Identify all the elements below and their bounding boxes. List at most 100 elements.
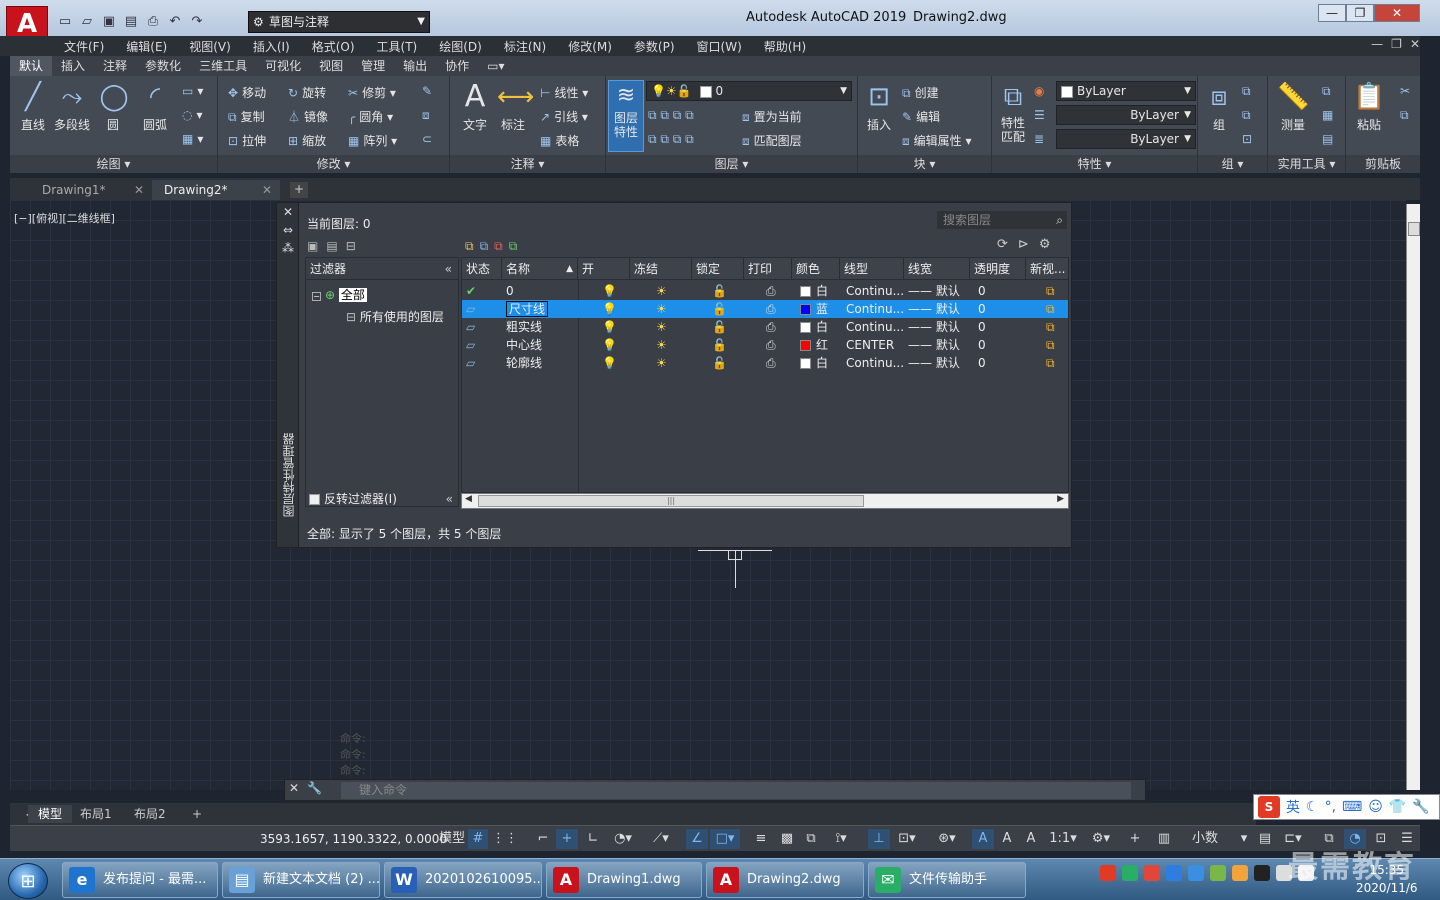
layer-color[interactable]: 白 (796, 318, 840, 336)
gear-icon[interactable]: ⚙ (1039, 237, 1051, 252)
search-layers-input[interactable]: 搜索图层 ⌕ (937, 211, 1067, 229)
col-lineweight[interactable]: 线宽 (904, 258, 970, 280)
doc-close-button[interactable]: ✕ (1410, 37, 1420, 51)
stretch-button[interactable]: ⊡ 拉伸 (228, 132, 266, 149)
col-plot[interactable]: 打印 (744, 258, 792, 280)
print-icon[interactable]: ⎙ (762, 282, 782, 300)
ribbon-minimize-toggle[interactable]: ▭▾ (478, 56, 513, 76)
bulb-icon[interactable]: 💡 (598, 336, 618, 354)
annotation-visibility-icon[interactable]: A (972, 829, 994, 849)
col-transparency[interactable]: 透明度 (970, 258, 1026, 280)
layer-lineweight[interactable]: —— 默认 (904, 300, 970, 318)
linetype-icon[interactable]: ☰ (1034, 108, 1049, 122)
3d-osnap-icon[interactable]: ⟟▾ (826, 829, 856, 849)
snap-icon[interactable]: ⋮⋮ (492, 829, 518, 849)
taskbar-item[interactable]: ✉ 文件传输助手 (868, 862, 1026, 898)
doc-minimize-button[interactable]: — (1371, 37, 1383, 51)
scale-button[interactable]: ⊞ 缩放 (288, 132, 326, 149)
sun-icon[interactable]: ☀ (652, 282, 672, 300)
sun-icon[interactable]: ☀ (652, 354, 672, 372)
ungroup-icon[interactable]: ⧉ (1242, 84, 1255, 99)
col-new-vp-freeze[interactable]: 新视... (1026, 258, 1068, 280)
layer-states-icon[interactable]: ⊟ (346, 239, 356, 253)
keyboard-icon[interactable]: ⌨ (1342, 799, 1362, 815)
layer-linetype[interactable]: Continu... (842, 282, 904, 300)
object-snap-tracking-icon[interactable]: ∠ (686, 829, 708, 849)
layer-color[interactable]: 白 (796, 282, 840, 300)
layer-row[interactable]: ✔ 0 💡 ☀ 🔓 ⎙ 白 Continu... —— 默认 0 ⧉ (462, 282, 1068, 300)
new-vp-freeze-icon[interactable]: ⧉ (1042, 354, 1066, 372)
unlock-icon[interactable]: 🔓 (708, 300, 728, 318)
explode-icon[interactable]: ⧈ (422, 108, 434, 123)
group-button[interactable]: ⧈ 组 (1202, 82, 1236, 133)
col-freeze[interactable]: 冻结 (630, 258, 692, 280)
trim-button[interactable]: ✂ 修剪 ▾ (348, 84, 396, 101)
new-file-icon[interactable]: ▭ (56, 13, 74, 31)
groups-panel-title[interactable]: 组 ▾ (1198, 155, 1267, 173)
lineweight-display-icon[interactable]: ≡ (750, 829, 772, 849)
layer-linetype[interactable]: Continu... (842, 300, 904, 318)
close-icon[interactable]: ✕ (289, 781, 299, 795)
layer-row[interactable]: ▱ 中心线 💡 ☀ 🔓 ⎙ 红 CENTER —— 默认 0 ⧉ (462, 336, 1068, 354)
scroll-thumb[interactable] (1408, 222, 1420, 236)
layer-lineweight[interactable]: —— 默认 (904, 336, 970, 354)
user-icon[interactable]: ☺ (1368, 799, 1383, 815)
layer-status-icon[interactable]: ▱ (462, 300, 502, 318)
scroll-right-icon[interactable]: ▶ (1057, 494, 1064, 504)
network-drive-icon[interactable] (1188, 865, 1204, 881)
taskbar-item[interactable]: A Drawing2.dwg (706, 862, 864, 898)
new-property-filter-icon[interactable]: ▣ (307, 239, 318, 253)
leader-button[interactable]: ↗ 引线 ▾ (540, 108, 588, 125)
new-group-filter-icon[interactable]: ▤ (326, 239, 337, 253)
measure-button[interactable]: 📏 测量 (1274, 82, 1312, 133)
print-icon[interactable]: ⎙ (762, 318, 782, 336)
layer-name[interactable]: 粗实线 (502, 318, 578, 336)
edit-attributes-button[interactable]: ⧈ 编辑属性 ▾ (902, 132, 972, 149)
annotation-panel-title[interactable]: 注释 ▾ (450, 155, 605, 173)
block-panel-title[interactable]: 块 ▾ (858, 155, 991, 173)
menu-file[interactable]: 文件(F) (64, 38, 104, 55)
taskbar-item[interactable]: ▤ 新建文本文档 (2) ... (222, 862, 380, 898)
bulb-icon[interactable]: 💡 (598, 300, 618, 318)
viewport-controls-label[interactable]: [−][俯视][二维线框] (14, 210, 115, 226)
sun-icon[interactable]: ☀ (652, 318, 672, 336)
doc-restore-button[interactable]: ❐ (1391, 37, 1402, 51)
tab-parametric[interactable]: 参数化 (136, 56, 190, 76)
ime-toolbar[interactable]: S 英 ☾ °, ⌨ ☺ 👕 🔧 (1253, 794, 1440, 820)
layer-tools-row2[interactable]: ⧉ ⧉ ⧉ ⧉ (648, 132, 698, 147)
layer-status-icon[interactable]: ✔ (462, 282, 502, 300)
security-tray-icon[interactable] (1166, 865, 1182, 881)
weibo-tray-icon[interactable] (1144, 865, 1160, 881)
offset-icon[interactable]: ⊂ (422, 132, 436, 146)
canvas-vertical-scrollbar[interactable] (1406, 204, 1420, 790)
print-icon[interactable]: ⎙ (762, 354, 782, 372)
layer-name[interactable]: 中心线 (502, 336, 578, 354)
maximize-button[interactable]: ❐ (1346, 4, 1374, 22)
tab-collaborate[interactable]: 协作 (436, 56, 478, 76)
redo-icon[interactable]: ↷ (188, 13, 206, 31)
scroll-thumb[interactable]: ||| (478, 495, 864, 507)
set-current-button[interactable]: ⧈ 置为当前 (742, 108, 802, 125)
move-button[interactable]: ✥ 移动 (228, 84, 266, 101)
group-edit-icon[interactable]: ⧉ (1242, 108, 1255, 123)
sun-icon[interactable]: ☀ (652, 300, 672, 318)
print-icon[interactable]: ⎙ (762, 336, 782, 354)
delete-layer-icon[interactable]: ⧉ (494, 239, 503, 254)
new-vp-freeze-icon[interactable]: ⧉ (1042, 336, 1066, 354)
layer-row[interactable]: ▱ 轮廓线 💡 ☀ 🔓 ⎙ 白 Continu... —— 默认 0 ⧉ (462, 354, 1068, 372)
command-input[interactable]: 键入命令 (341, 782, 1131, 799)
tab-3d-tools[interactable]: 三维工具 (190, 56, 256, 76)
layer-transparency[interactable]: 0 (974, 336, 1014, 354)
lineweight-icon[interactable]: ≣ (1034, 132, 1048, 146)
layer-transparency[interactable]: 0 (974, 354, 1014, 372)
new-tab-button[interactable]: + (290, 182, 308, 198)
tools-icon[interactable]: 🔧 (1412, 799, 1429, 815)
palette-titlebar[interactable]: ✕ ⇔ ⁂ 图层特性管理器 (277, 203, 299, 547)
copy-button[interactable]: ⧉ 复制 (228, 108, 265, 125)
infer-constraints-icon[interactable]: ⌐ (532, 829, 554, 849)
app-tray-icon[interactable] (1232, 865, 1248, 881)
layer-linetype[interactable]: CENTER (842, 336, 904, 354)
unlock-icon[interactable]: 🔓 (708, 318, 728, 336)
menu-tools[interactable]: 工具(T) (377, 38, 418, 55)
close-tab-icon[interactable]: ✕ (134, 180, 144, 200)
